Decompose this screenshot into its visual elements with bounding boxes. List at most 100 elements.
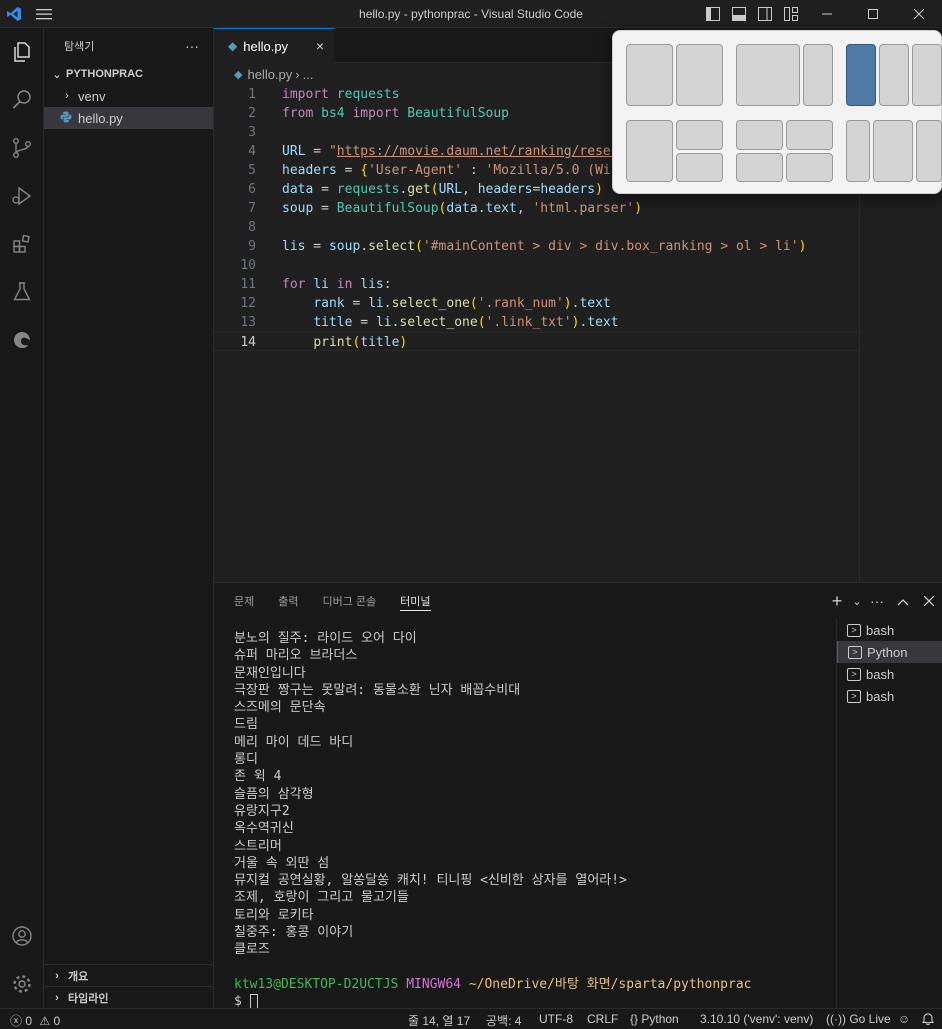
snap-zone[interactable] xyxy=(912,44,942,106)
code-line[interactable]: 9 lis = soup.select('#mainContent > div >… xyxy=(214,237,859,256)
feedback-icon[interactable]: ☺ xyxy=(898,1012,910,1026)
go-live-button[interactable]: ((·)) Go Live xyxy=(826,1012,891,1026)
code-token: = xyxy=(313,201,337,216)
python-interpreter[interactable]: 3.10.10 ('venv': venv) xyxy=(700,1012,813,1026)
snap-zone[interactable] xyxy=(846,120,870,182)
snap-zone[interactable] xyxy=(676,44,723,106)
testing-flask-icon[interactable] xyxy=(0,272,44,312)
close-panel-icon[interactable] xyxy=(916,593,942,609)
code-token: = xyxy=(305,239,329,254)
terminal-instance[interactable]: > bash xyxy=(837,685,942,707)
snap-zone[interactable] xyxy=(676,120,723,150)
code-line[interactable]: 7 soup = BeautifulSoup(data.text, 'html.p… xyxy=(214,199,859,218)
code-text: soup = BeautifulSoup(data.text, 'html.pa… xyxy=(282,199,642,218)
terminal-line: 문재인입니다 xyxy=(234,665,306,681)
terminal-instance[interactable]: > Python xyxy=(837,641,942,663)
code-line[interactable]: 10 xyxy=(214,256,859,275)
terminal-line: 토리와 로키타 xyxy=(234,907,314,923)
notifications-bell-icon[interactable] xyxy=(921,1012,935,1028)
prompt-symbol: $ xyxy=(234,994,242,1010)
snap-zone[interactable] xyxy=(676,153,723,182)
language-mode[interactable]: {} Python xyxy=(630,1012,679,1026)
terminal-instance[interactable]: > bash xyxy=(837,619,942,641)
snap-zone[interactable] xyxy=(736,44,800,106)
snap-zone[interactable] xyxy=(803,44,833,106)
tab-hello-py[interactable]: ◆ hello.py × xyxy=(214,28,334,63)
terminal-instance-label: bash xyxy=(866,622,895,638)
code-token: BeautifulSoup xyxy=(407,106,509,121)
more-actions-icon[interactable]: ··· xyxy=(185,38,199,54)
outline-section[interactable]: › 개요 xyxy=(44,964,214,986)
maximize-button[interactable] xyxy=(850,0,896,28)
close-window-button[interactable] xyxy=(896,0,942,28)
snap-zone[interactable] xyxy=(786,120,833,150)
code-text: lis = soup.select('#mainContent > div > … xyxy=(282,237,806,256)
encoding[interactable]: UTF-8 xyxy=(539,1012,573,1026)
chevron-down-icon[interactable]: ⌄ xyxy=(850,595,864,608)
close-icon[interactable]: × xyxy=(316,38,324,54)
terminal-instance-label: bash xyxy=(866,688,895,704)
explorer-icon[interactable] xyxy=(0,32,44,72)
panel-tab[interactable]: 터미널 xyxy=(400,583,431,619)
snap-zone[interactable] xyxy=(879,44,909,106)
terminal-line: 거울 속 외딴 섬 xyxy=(234,855,330,871)
terminal-instance[interactable]: > bash xyxy=(837,663,942,685)
tree-item-hello-py[interactable]: hello.py xyxy=(44,107,213,129)
accounts-icon[interactable] xyxy=(0,916,44,956)
run-debug-icon[interactable] xyxy=(0,176,44,216)
toggle-panel-icon[interactable] xyxy=(726,0,752,28)
code-token: title xyxy=(313,315,353,330)
edge-devtools-icon[interactable] xyxy=(0,320,44,360)
cursor-position[interactable]: 줄 14, 열 17 xyxy=(408,1012,470,1029)
code-line[interactable]: 14 print(title) xyxy=(214,332,859,351)
panel-tab[interactable]: 문제 xyxy=(234,583,254,619)
code-line[interactable]: 8 xyxy=(214,218,859,237)
snap-zone[interactable] xyxy=(736,120,783,150)
line-number: 6 xyxy=(248,182,256,197)
code-line[interactable]: 13 title = li.select_one('.link_txt').te… xyxy=(214,313,859,332)
search-icon[interactable] xyxy=(0,80,44,120)
terminal-line: 칠중주: 홍콩 이야기 xyxy=(234,925,354,941)
end-of-line[interactable]: CRLF xyxy=(587,1012,618,1026)
customize-layout-icon[interactable] xyxy=(778,0,804,28)
line-number: 7 xyxy=(248,201,256,216)
panel-tab[interactable]: 디버그 콘솔 xyxy=(323,583,377,619)
settings-gear-icon[interactable] xyxy=(0,964,44,1004)
line-number: 9 xyxy=(248,239,256,254)
toggle-sidebar-icon[interactable] xyxy=(700,0,726,28)
code-line[interactable]: 12 rank = li.select_one('.rank_num').tex… xyxy=(214,294,859,313)
tree-item-label: hello.py xyxy=(78,110,123,126)
extensions-icon[interactable] xyxy=(0,224,44,264)
indentation[interactable]: 공백: 4 xyxy=(486,1012,521,1029)
tree-item-venv[interactable]: › venv xyxy=(44,85,213,107)
snap-zone[interactable] xyxy=(736,153,783,182)
code-line[interactable]: 11 for li in lis: xyxy=(214,275,859,294)
snap-zone[interactable] xyxy=(626,120,673,182)
terminal-line: 스트리머 xyxy=(234,838,282,854)
problems-status[interactable]: ⓧ 0 ⚠ 0 xyxy=(10,1012,60,1029)
snap-zone[interactable] xyxy=(626,44,673,106)
maximize-panel-icon[interactable] xyxy=(890,593,916,609)
menu-icon[interactable] xyxy=(28,0,60,28)
source-control-icon[interactable] xyxy=(0,128,44,168)
timeline-section[interactable]: › 타임라인 xyxy=(44,986,214,1008)
snap-zone[interactable] xyxy=(916,120,942,182)
toggle-secondary-sidebar-icon[interactable] xyxy=(752,0,778,28)
snap-zone[interactable] xyxy=(786,153,833,182)
snap-zone[interactable] xyxy=(846,44,876,106)
snap-zone[interactable] xyxy=(873,120,913,182)
minimize-button[interactable] xyxy=(804,0,850,28)
code-token: lis xyxy=(360,277,384,292)
code-text: import requests xyxy=(282,85,399,104)
folder-root[interactable]: ⌄ PYTHONPRAC xyxy=(44,63,213,85)
code-token: '.link_txt' xyxy=(485,315,572,330)
breadcrumb-file[interactable]: hello.py xyxy=(247,67,292,82)
panel-tab[interactable]: 출력 xyxy=(278,583,298,619)
terminal-output[interactable]: 분노의 질주: 라이드 오어 다이 슈퍼 마리오 브라더스 문재인입니다 극장판 짱구… xyxy=(234,630,834,1011)
terminal-line: 옥수역귀신 xyxy=(234,821,294,837)
terminal-icon: > xyxy=(848,645,862,659)
breadcrumb-symbols[interactable]: ... xyxy=(303,67,314,82)
new-terminal-icon[interactable]: + xyxy=(824,591,850,612)
more-actions-icon[interactable]: ··· xyxy=(864,593,890,609)
